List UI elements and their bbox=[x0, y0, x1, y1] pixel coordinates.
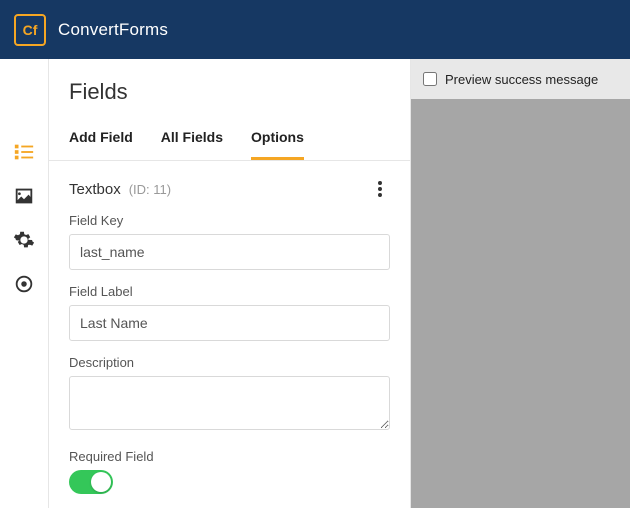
image-icon[interactable] bbox=[13, 185, 35, 207]
input-description[interactable] bbox=[69, 376, 390, 430]
preview-success-toggle[interactable]: Preview success message bbox=[423, 72, 598, 87]
brand-name: ConvertForms bbox=[58, 20, 168, 40]
brand-logo: Cf bbox=[14, 14, 46, 46]
tab-all-fields[interactable]: All Fields bbox=[161, 119, 223, 160]
field-options-section: Textbox (ID: 11) Field Key Field Label bbox=[49, 161, 410, 508]
label-field-label: Field Label bbox=[69, 284, 390, 299]
label-required: Required Field bbox=[69, 449, 390, 464]
topbar: Cf ConvertForms bbox=[0, 0, 630, 59]
field-type-label: Textbox bbox=[69, 181, 121, 198]
toggle-required[interactable] bbox=[69, 470, 113, 494]
label-description: Description bbox=[69, 355, 390, 370]
panel-title: Fields bbox=[49, 59, 410, 119]
panel-tabs: Add Field All Fields Options bbox=[49, 119, 410, 161]
field-id-label: (ID: 11) bbox=[129, 182, 171, 197]
preview-toolbar: Preview success message bbox=[411, 59, 630, 99]
tab-add-field[interactable]: Add Field bbox=[69, 119, 133, 160]
preview-pane: Preview success message bbox=[411, 59, 630, 508]
preview-success-label: Preview success message bbox=[445, 72, 598, 87]
fields-panel: Fields Add Field All Fields Options Text… bbox=[48, 59, 411, 508]
target-icon[interactable] bbox=[13, 273, 35, 295]
preview-success-checkbox[interactable] bbox=[423, 72, 437, 86]
brand-initials: Cf bbox=[23, 22, 38, 38]
fields-icon[interactable] bbox=[13, 141, 35, 163]
gear-icon[interactable] bbox=[13, 229, 35, 251]
tab-options[interactable]: Options bbox=[251, 119, 304, 160]
input-field-label[interactable] bbox=[69, 305, 390, 341]
label-field-key: Field Key bbox=[69, 213, 390, 228]
side-rail bbox=[0, 59, 48, 508]
input-field-key[interactable] bbox=[69, 234, 390, 270]
field-actions-menu[interactable] bbox=[370, 179, 390, 199]
toggle-knob bbox=[91, 472, 111, 492]
